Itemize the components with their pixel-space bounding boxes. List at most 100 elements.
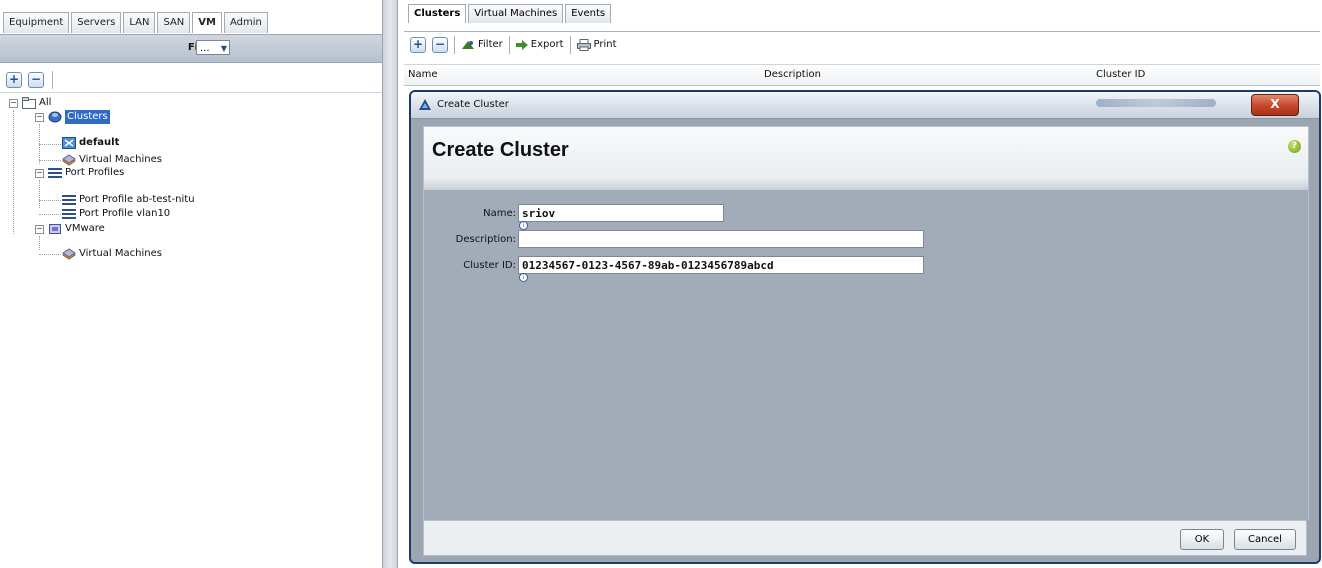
- tree-node-label: All: [39, 97, 52, 108]
- tree-node-vmware[interactable]: VMware: [48, 222, 105, 236]
- tree-node-port-profile-2[interactable]: Port Profile vlan10: [62, 207, 170, 221]
- tree-node-label: Virtual Machines: [79, 248, 162, 259]
- virtual-machine-icon: [62, 154, 76, 166]
- name-label: Name:: [483, 208, 516, 219]
- folder-icon: [22, 97, 36, 109]
- export-icon: [515, 39, 528, 50]
- create-cluster-dialog: Create Cluster X Create Cluster ? Name: …: [409, 90, 1321, 564]
- cancel-button[interactable]: Cancel: [1234, 529, 1296, 550]
- tree-node-cluster-vms[interactable]: Virtual Machines: [62, 153, 162, 167]
- filter-icon: [462, 40, 474, 49]
- tree-node-port-profiles[interactable]: Port Profiles: [48, 166, 124, 180]
- tab-clusters[interactable]: Clusters: [408, 4, 467, 23]
- tree-node-vmware-vms[interactable]: Virtual Machines: [62, 247, 162, 261]
- filter-dropdown-value: ...: [200, 43, 210, 54]
- dialog-titlebar[interactable]: Create Cluster X: [411, 92, 1319, 119]
- collapse-icon[interactable]: −: [9, 99, 18, 108]
- collapse-all-button[interactable]: −: [28, 72, 44, 88]
- description-field[interactable]: [518, 230, 924, 248]
- cluster-id-label: Cluster ID:: [463, 260, 516, 271]
- cluster-icon: [48, 111, 62, 123]
- window-info-blurred: [1096, 99, 1216, 107]
- info-icon: i: [519, 221, 528, 230]
- port-profile-icon: [48, 167, 62, 179]
- tree-node-default[interactable]: default: [62, 136, 119, 150]
- toolbar-divider: [569, 35, 571, 54]
- collapse-icon[interactable]: −: [35, 225, 44, 234]
- pane-splitter[interactable]: [382, 0, 398, 568]
- tree-line: [13, 110, 14, 234]
- dialog-window-title: Create Cluster: [437, 99, 509, 110]
- navigation-pane: Equipment Servers LAN SAN VM Admin Filte…: [0, 0, 382, 568]
- column-header-description[interactable]: Description: [764, 69, 821, 80]
- dialog-heading: Create Cluster: [432, 139, 569, 161]
- tree-node-label: VMware: [65, 223, 105, 234]
- tab-servers[interactable]: Servers: [71, 12, 122, 33]
- remove-button[interactable]: −: [432, 36, 448, 53]
- tab-events[interactable]: Events: [565, 4, 612, 23]
- vm-tree: − All − Clusters default Virtual Machine…: [0, 96, 382, 296]
- close-button[interactable]: X: [1251, 94, 1299, 116]
- dialog-header-strip: [423, 176, 1309, 190]
- tab-lan[interactable]: LAN: [123, 12, 156, 33]
- tree-node-label: Clusters: [65, 110, 110, 124]
- tree-line: [39, 236, 40, 250]
- dialog-form: Name: i Description: Cluster ID: i: [423, 190, 1309, 520]
- tree-line: [39, 214, 61, 215]
- dialog-header: Create Cluster ?: [423, 126, 1309, 177]
- tree-node-label: default: [79, 137, 120, 148]
- content-tab-bar: Clusters Virtual Machines Events: [408, 4, 612, 23]
- tree-toolbar: + −: [0, 68, 382, 93]
- nav-tab-bar: Equipment Servers LAN SAN VM Admin: [0, 12, 268, 34]
- tree-line: [39, 254, 61, 255]
- tree-node-all[interactable]: All: [22, 96, 51, 110]
- tab-san[interactable]: SAN: [157, 12, 191, 33]
- content-toolbar: + − Filter Export Print: [404, 31, 1320, 57]
- printer-icon: [576, 38, 591, 51]
- app-logo-icon: [419, 99, 431, 110]
- filter-button[interactable]: Filter: [461, 39, 503, 51]
- expand-all-button[interactable]: +: [6, 72, 22, 88]
- tree-node-label: Port Profile ab-test-nitu: [79, 194, 195, 205]
- tree-node-port-profile-1[interactable]: Port Profile ab-test-nitu: [62, 193, 195, 207]
- filter-dropdown[interactable]: ... ▼: [196, 40, 230, 55]
- tab-equipment[interactable]: Equipment: [3, 12, 70, 33]
- virtual-machine-icon: [62, 248, 76, 260]
- tab-admin[interactable]: Admin: [224, 12, 268, 33]
- filter-button-label: Filter: [478, 39, 503, 50]
- port-profile-icon: [62, 194, 76, 206]
- column-header-cluster-id[interactable]: Cluster ID: [1096, 69, 1145, 80]
- toolbar-divider: [454, 35, 455, 54]
- ok-button[interactable]: OK: [1180, 529, 1224, 550]
- cluster-id-field[interactable]: [518, 256, 924, 274]
- collapse-icon[interactable]: −: [35, 113, 44, 122]
- tab-virtual-machines[interactable]: Virtual Machines: [468, 4, 564, 23]
- tree-node-label: Virtual Machines: [79, 154, 162, 165]
- toolbar-divider: [508, 35, 510, 54]
- tree-line: [39, 180, 40, 208]
- info-icon: i: [519, 273, 528, 282]
- add-button[interactable]: +: [410, 36, 426, 53]
- chevron-down-icon: ▼: [220, 44, 227, 53]
- filter-bar: Filter: ... ▼: [0, 34, 382, 63]
- collapse-icon[interactable]: −: [35, 169, 44, 178]
- tree-line: [39, 200, 61, 201]
- tab-vm[interactable]: VM: [192, 12, 222, 33]
- column-header-name[interactable]: Name: [408, 69, 438, 80]
- dialog-footer: OK Cancel: [423, 520, 1307, 556]
- print-button[interactable]: Print: [576, 38, 617, 51]
- toolbar-divider: [52, 71, 53, 89]
- port-profile-icon: [62, 208, 76, 220]
- export-button-label: Export: [530, 39, 564, 50]
- vmware-icon: [48, 223, 62, 235]
- help-icon[interactable]: ?: [1288, 140, 1301, 153]
- print-button-label: Print: [593, 39, 617, 50]
- tree-node-clusters[interactable]: Clusters: [48, 110, 110, 124]
- cluster-node-icon: [62, 137, 76, 149]
- description-label: Description:: [455, 234, 516, 245]
- tree-node-label: Port Profiles: [65, 167, 125, 178]
- tree-line: [39, 144, 61, 145]
- tree-node-label: Port Profile vlan10: [79, 208, 171, 219]
- export-button[interactable]: Export: [515, 39, 564, 50]
- name-field[interactable]: [518, 204, 724, 222]
